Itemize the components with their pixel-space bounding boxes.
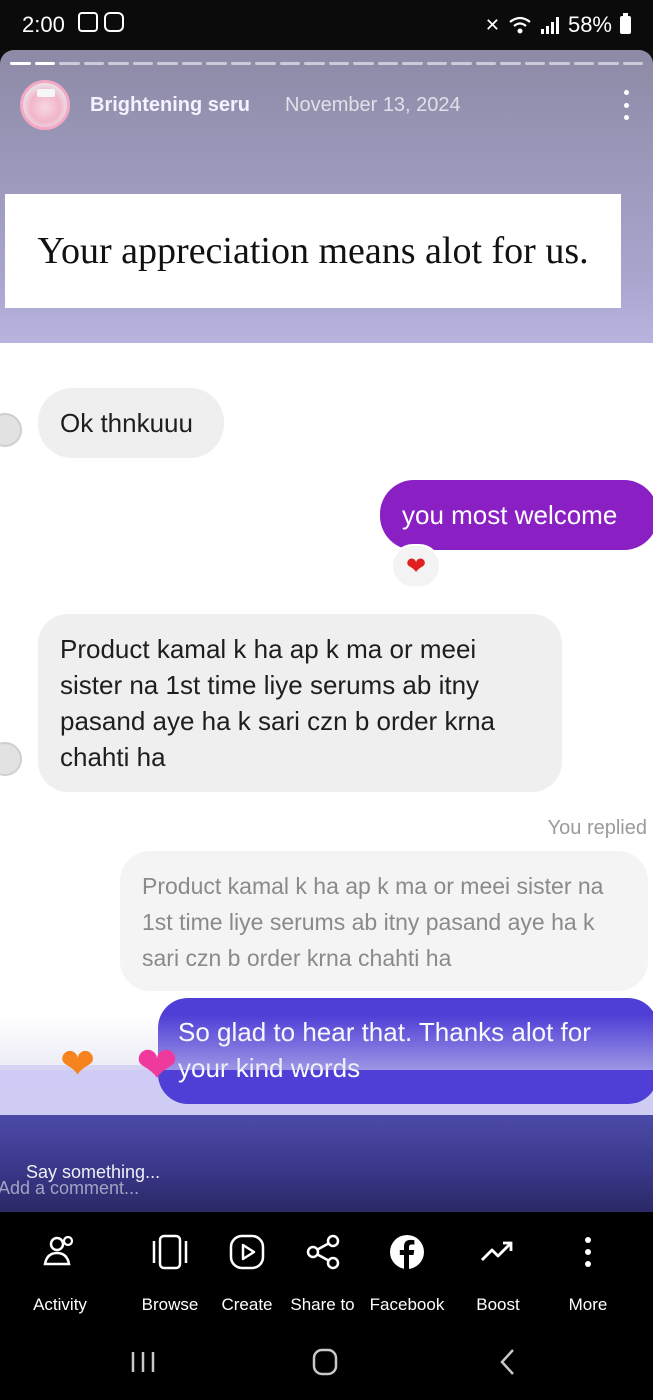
battery-icon: [620, 13, 631, 34]
action-label: Create: [221, 1295, 273, 1314]
battery-percent: 58%: [567, 12, 612, 37]
browse-button[interactable]: Browse: [130, 1232, 210, 1315]
chat-message-sent: you most welcome: [380, 480, 653, 550]
back-icon[interactable]: [488, 1344, 528, 1380]
activity-button[interactable]: Activity: [20, 1232, 100, 1315]
action-label: Activity: [33, 1295, 87, 1314]
carousel-icon: [152, 1234, 188, 1270]
people-icon: [43, 1235, 74, 1266]
chat-message-received: Ok thnkuuu: [38, 388, 224, 458]
create-button[interactable]: Create: [212, 1232, 282, 1315]
story-options-icon[interactable]: [619, 90, 633, 120]
action-label: Share to: [290, 1295, 355, 1314]
status-time: 2:00: [22, 12, 65, 37]
wifi-icon: [509, 16, 531, 34]
gallery-icon: [78, 12, 98, 32]
caption-box: Your appreciation means alot for us.: [5, 194, 621, 308]
signal-icon: [540, 17, 559, 34]
chat-fade: [0, 1015, 653, 1070]
share-icon: [306, 1234, 339, 1270]
facebook-icon: [390, 1235, 424, 1269]
recent-apps-icon[interactable]: [123, 1344, 163, 1380]
more-button[interactable]: More: [553, 1232, 623, 1315]
action-label: Browse: [141, 1295, 199, 1314]
more-vertical-icon: [585, 1237, 591, 1267]
account-avatar[interactable]: [20, 80, 70, 130]
play-icon: [229, 1234, 265, 1270]
caption-text: Your appreciation means alot for us.: [37, 229, 589, 272]
floating-heart-icon: ❤: [60, 1040, 96, 1087]
quoted-message: Product kamal k ha ap k ma or meei siste…: [120, 851, 648, 991]
status-notification-icons: [78, 12, 124, 32]
facebook-button[interactable]: Facebook: [365, 1232, 449, 1315]
floating-heart-icon: ❤: [136, 1037, 178, 1093]
share-to-button[interactable]: Share to: [285, 1232, 360, 1315]
story-header: Brightening seru November 13, 2024: [20, 80, 633, 132]
boost-button[interactable]: Boost: [463, 1232, 533, 1315]
trend-icon: [481, 1241, 513, 1261]
message-text: Ok thnkuuu: [60, 408, 193, 438]
chat-message-received: Product kamal k ha ap k ma or meei siste…: [38, 614, 562, 792]
quote-text: Product kamal k ha ap k ma or meei siste…: [142, 873, 604, 971]
home-icon[interactable]: [305, 1344, 345, 1380]
message-text: Product kamal k ha ap k ma or meei siste…: [60, 634, 496, 772]
status-bar: 2:00 ✕ 58%: [0, 0, 653, 50]
mute-icon: ✕: [484, 14, 500, 35]
instagram-icon: [104, 12, 124, 32]
system-nav-bar: [0, 1322, 653, 1400]
story-progress: [10, 62, 643, 65]
action-label: Facebook: [369, 1295, 445, 1314]
replied-label: You replied: [547, 817, 647, 839]
action-label: Boost: [476, 1295, 520, 1314]
action-label: More: [568, 1295, 608, 1314]
reaction-heart-icon: ❤: [391, 544, 441, 588]
action-bar: Activity Browse Create Share to Facebook: [0, 1212, 653, 1322]
post-date: November 13, 2024: [285, 94, 461, 116]
comment-input[interactable]: Say something...: [26, 1162, 160, 1183]
status-right: ✕ 58%: [485, 12, 631, 38]
message-text: you most welcome: [402, 500, 618, 530]
account-name[interactable]: Brightening seru: [90, 94, 250, 117]
